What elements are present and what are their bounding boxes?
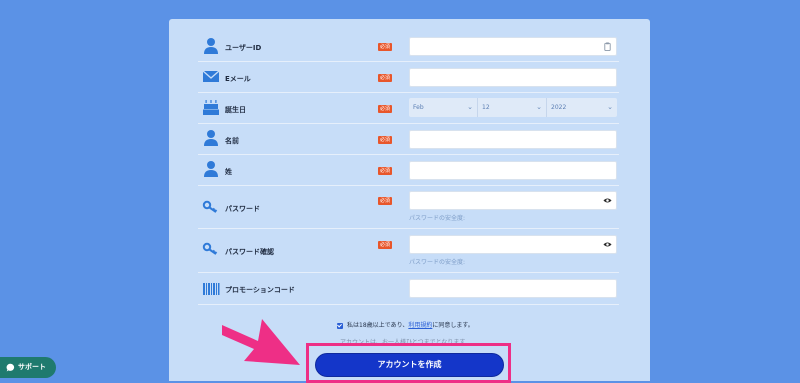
birthday-selects: Feb ⌄ 12 ⌄ 2022 ⌄ — [409, 98, 617, 117]
password-confirm-strength-label: パスワードの安全度: — [409, 259, 466, 266]
first-name-label: 名前 — [225, 137, 239, 145]
last-name-input[interactable] — [409, 161, 617, 180]
terms-link[interactable]: 利用規約 — [408, 322, 432, 329]
required-badge: 必須 — [378, 167, 392, 175]
field-row-promo-code: プロモーションコード — [198, 274, 619, 305]
birth-day-value: 12 — [482, 104, 490, 111]
required-badge: 必須 — [378, 197, 392, 205]
agreement-text-after: に同意します。 — [432, 322, 474, 329]
birth-month-select[interactable]: Feb ⌄ — [409, 98, 478, 117]
chevron-down-icon: ⌄ — [536, 103, 542, 111]
envelope-icon — [202, 70, 220, 82]
user-id-input[interactable] — [409, 37, 617, 56]
support-label: サポート — [18, 363, 46, 371]
password-strength-label: パスワードの安全度: — [409, 215, 466, 222]
email-input[interactable] — [409, 68, 617, 87]
person-icon — [204, 38, 218, 54]
field-row-first-name: 名前 必須 — [198, 125, 619, 155]
password-confirm-label: パスワード確認 — [225, 248, 274, 256]
required-badge: 必須 — [378, 105, 392, 113]
person-icon — [204, 161, 218, 177]
cake-icon — [203, 100, 219, 115]
terms-agreement: 私は18歳以上であり、利用規約に同意します。 — [337, 320, 474, 329]
password-input[interactable] — [409, 191, 617, 210]
required-badge: 必須 — [378, 43, 392, 51]
password-confirm-input[interactable] — [409, 235, 617, 254]
required-badge: 必須 — [378, 241, 392, 249]
person-icon — [204, 130, 218, 146]
terms-checkbox[interactable] — [337, 322, 343, 329]
chevron-down-icon: ⌄ — [607, 103, 613, 111]
agreement-text-before: 私は18歳以上であり、 — [347, 322, 409, 329]
field-row-birthday: 誕生日 必須 Feb ⌄ 12 ⌄ 2022 ⌄ — [198, 94, 619, 124]
birth-year-select[interactable]: 2022 ⌄ — [547, 98, 617, 117]
key-icon — [202, 242, 218, 255]
birth-day-select[interactable]: 12 ⌄ — [478, 98, 547, 117]
birth-year-value: 2022 — [551, 104, 567, 111]
eye-icon[interactable] — [603, 240, 612, 249]
promo-code-label: プロモーションコード — [225, 286, 295, 294]
email-label: Eメール — [225, 75, 251, 83]
field-row-user-id: ユーザーID 必須 — [198, 33, 619, 62]
promo-code-input[interactable] — [409, 279, 617, 298]
required-badge: 必須 — [378, 136, 392, 144]
field-row-last-name: 姓 必須 — [198, 156, 619, 186]
support-button[interactable]: サポート — [0, 357, 56, 378]
eye-icon[interactable] — [603, 196, 612, 205]
barcode-icon — [203, 283, 220, 295]
birth-month-value: Feb — [413, 104, 424, 111]
pointer-arrow-icon — [222, 319, 300, 365]
key-icon — [202, 200, 218, 213]
first-name-input[interactable] — [409, 130, 617, 149]
highlight-frame — [306, 343, 511, 383]
birthday-label: 誕生日 — [225, 106, 246, 114]
user-id-label: ユーザーID — [225, 44, 262, 52]
password-label: パスワード — [225, 205, 260, 213]
chevron-down-icon: ⌄ — [467, 103, 473, 111]
last-name-label: 姓 — [225, 168, 232, 176]
chat-bubble-icon — [6, 363, 15, 372]
field-row-email: Eメール 必須 — [198, 63, 619, 93]
clipboard-icon[interactable] — [603, 42, 612, 51]
field-row-password: パスワード 必須 パスワードの安全度: — [198, 187, 619, 229]
required-badge: 必須 — [378, 74, 392, 82]
field-row-password-confirm: パスワード確認 必須 パスワードの安全度: — [198, 230, 619, 273]
